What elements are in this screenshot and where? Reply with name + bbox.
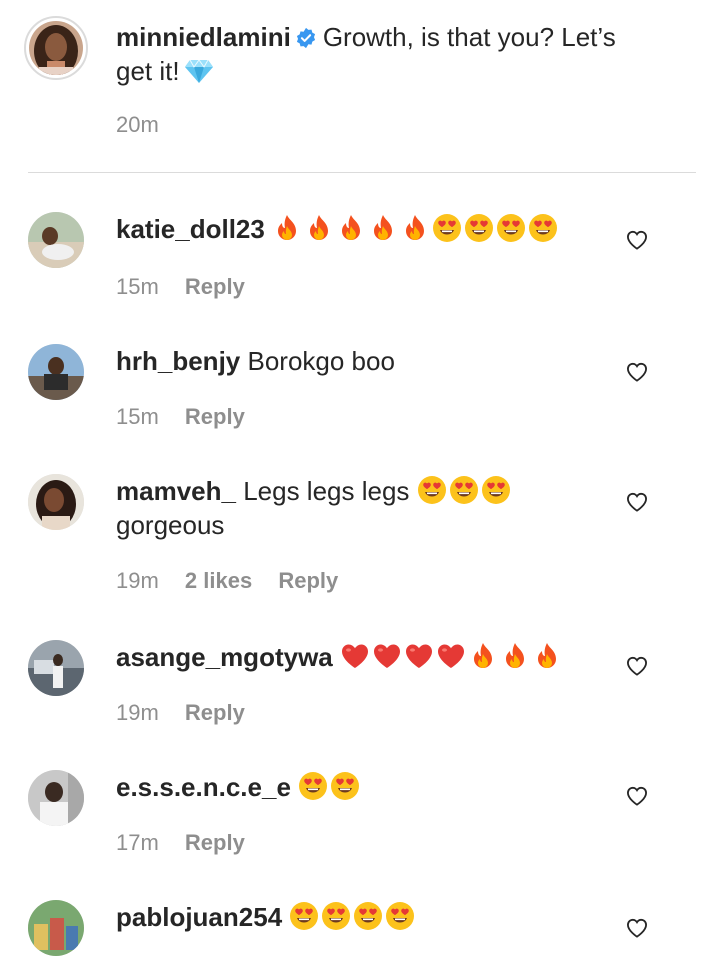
reply-button[interactable]: Reply bbox=[185, 830, 245, 855]
heart-eyes-emoji bbox=[529, 214, 558, 242]
comment-body: Borokgo boo bbox=[247, 346, 395, 376]
comment-meta: 19m Reply bbox=[116, 700, 265, 726]
like-heart-icon[interactable] bbox=[626, 918, 648, 938]
commenter-avatar-image bbox=[28, 770, 84, 826]
like-heart-icon[interactable] bbox=[626, 492, 648, 512]
fire-emoji bbox=[473, 643, 492, 668]
comment-timestamp: 15m bbox=[116, 404, 159, 429]
verified-badge-icon bbox=[296, 27, 315, 49]
commenter-username[interactable]: asange_mgotywa bbox=[116, 642, 333, 672]
commenter-avatar[interactable] bbox=[28, 640, 84, 696]
commenter-username[interactable]: katie_doll23 bbox=[116, 214, 265, 244]
comment-emojis bbox=[298, 772, 362, 802]
commenter-username[interactable]: e.s.s.e.n.c.e_e bbox=[116, 772, 291, 802]
author-avatar-image bbox=[29, 21, 83, 75]
commenter-username[interactable]: hrh_benjy bbox=[116, 346, 240, 376]
heart-eyes-emoji bbox=[290, 902, 319, 930]
heart-eyes-emoji bbox=[386, 902, 415, 930]
comment-timestamp: 19m bbox=[116, 568, 159, 593]
commenter-avatar[interactable] bbox=[28, 212, 84, 268]
comment-text: asange_mgotywa bbox=[116, 640, 596, 674]
commenter-avatar-image bbox=[28, 212, 84, 268]
heart-eyes-emoji bbox=[299, 772, 328, 800]
fire-emoji bbox=[505, 643, 524, 668]
comment-emojis bbox=[289, 902, 417, 932]
red-heart-emoji bbox=[373, 644, 400, 668]
fire-emoji bbox=[374, 215, 393, 240]
caption-text: minniedlamini Growth, is that you? Let’s … bbox=[116, 20, 676, 88]
reply-button[interactable]: Reply bbox=[185, 700, 245, 725]
caption-line2: get it! bbox=[116, 56, 180, 86]
heart-eyes-emoji bbox=[465, 214, 494, 242]
comments-screen: minniedlamini Growth, is that you? Let’s … bbox=[0, 0, 720, 960]
post-caption: minniedlamini Growth, is that you? Let’s … bbox=[0, 0, 720, 172]
caption-line1: Growth, is that you? Let’s bbox=[322, 22, 616, 52]
comment-meta: 15m Reply bbox=[116, 274, 265, 300]
comment-body-line2: gorgeous bbox=[116, 510, 225, 540]
caption-timestamp: 20m bbox=[116, 112, 159, 137]
commenter-avatar-image bbox=[28, 344, 84, 400]
commenter-avatar[interactable] bbox=[28, 344, 84, 400]
commenter-avatar[interactable] bbox=[28, 474, 84, 530]
comment-meta: 19m 2 likes Reply bbox=[116, 568, 358, 594]
comment-text: hrh_benjy Borokgo boo bbox=[116, 344, 596, 378]
like-heart-icon[interactable] bbox=[626, 786, 648, 806]
comment-timestamp: 19m bbox=[116, 700, 159, 725]
heart-eyes-emoji bbox=[417, 476, 446, 504]
comment-meta: 15m Reply bbox=[116, 404, 265, 430]
likes-count[interactable]: 2 likes bbox=[185, 568, 252, 593]
comment-emojis bbox=[272, 214, 560, 244]
comment-timestamp: 17m bbox=[116, 830, 159, 855]
heart-eyes-emoji bbox=[433, 214, 462, 242]
red-heart-emoji bbox=[405, 644, 432, 668]
fire-emoji bbox=[310, 215, 329, 240]
comment-body: Legs legs legs bbox=[243, 476, 410, 506]
author-username[interactable]: minniedlamini bbox=[116, 22, 291, 52]
comment-emojis bbox=[417, 476, 513, 506]
comment-text: katie_doll23 bbox=[116, 212, 596, 246]
gem-stone-emoji bbox=[184, 59, 213, 83]
reply-button[interactable]: Reply bbox=[185, 274, 245, 299]
heart-eyes-emoji bbox=[449, 476, 478, 504]
caption-divider bbox=[28, 172, 696, 173]
comment-timestamp: 15m bbox=[116, 274, 159, 299]
heart-eyes-emoji bbox=[354, 902, 383, 930]
comment-meta: 17m Reply bbox=[116, 830, 265, 856]
commenter-avatar-image bbox=[28, 900, 84, 956]
author-avatar[interactable] bbox=[24, 16, 88, 80]
commenter-avatar-image bbox=[28, 640, 84, 696]
like-heart-icon[interactable] bbox=[626, 362, 648, 382]
comment-text: mamveh_ Legs legs legs gorgeous bbox=[116, 474, 596, 542]
fire-emoji bbox=[406, 215, 425, 240]
red-heart-emoji bbox=[437, 644, 464, 668]
heart-eyes-emoji bbox=[481, 476, 510, 504]
commenter-username[interactable]: pablojuan254 bbox=[116, 902, 282, 932]
reply-button[interactable]: Reply bbox=[185, 404, 245, 429]
like-heart-icon[interactable] bbox=[626, 656, 648, 676]
commenter-avatar-image bbox=[28, 474, 84, 530]
fire-emoji bbox=[537, 643, 556, 668]
fire-emoji bbox=[342, 215, 361, 240]
heart-eyes-emoji bbox=[322, 902, 351, 930]
heart-eyes-emoji bbox=[331, 772, 360, 800]
red-heart-emoji bbox=[341, 644, 368, 668]
comment-text: e.s.s.e.n.c.e_e bbox=[116, 770, 596, 804]
heart-eyes-emoji bbox=[497, 214, 526, 242]
commenter-username[interactable]: mamveh_ bbox=[116, 476, 236, 506]
commenter-avatar[interactable] bbox=[28, 770, 84, 826]
commenter-avatar[interactable] bbox=[28, 900, 84, 956]
like-heart-icon[interactable] bbox=[626, 230, 648, 250]
comment-emojis bbox=[340, 642, 564, 672]
fire-emoji bbox=[278, 215, 297, 240]
reply-button[interactable]: Reply bbox=[278, 568, 338, 593]
comment-text: pablojuan254 bbox=[116, 900, 596, 934]
